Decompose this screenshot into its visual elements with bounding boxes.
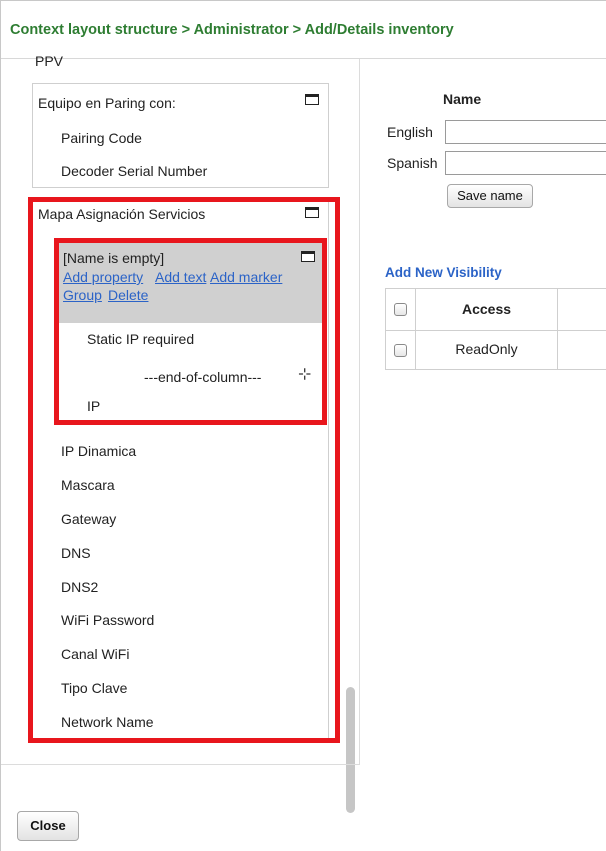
tree-item-pairing-code[interactable]: Pairing Code	[61, 130, 142, 146]
english-label: English	[387, 124, 433, 140]
spanish-name-input[interactable]	[445, 151, 606, 175]
extra-column-header	[558, 289, 606, 331]
tree-item-decoder-serial[interactable]: Decoder Serial Number	[61, 163, 207, 179]
select-all-header	[386, 289, 416, 331]
name-heading: Name	[443, 91, 482, 107]
row-checkbox[interactable]	[394, 344, 407, 357]
access-cell: ReadOnly	[416, 331, 558, 369]
visibility-table: Access ReadOnly	[385, 288, 606, 370]
access-column-header[interactable]: Access	[416, 289, 558, 331]
english-name-input[interactable]	[445, 120, 606, 144]
highlight-inner	[54, 238, 327, 425]
pairing-group-title[interactable]: Equipo en Paring con:	[38, 95, 176, 111]
left-scrollbar-thumb[interactable]	[346, 687, 355, 813]
visibility-section-title: Add New Visibility	[385, 265, 502, 280]
inventory-dialog: Context layout structure > Administrator…	[0, 0, 606, 851]
column-divider	[359, 59, 360, 764]
tree-item-ppv[interactable]: PPV	[35, 53, 63, 69]
save-name-button[interactable]: Save name	[447, 184, 533, 208]
maximize-icon[interactable]	[305, 94, 319, 105]
table-row-select	[386, 331, 416, 369]
spanish-label: Spanish	[387, 155, 438, 171]
close-button[interactable]: Close	[17, 811, 79, 841]
dialog-header: Context layout structure > Administrator…	[1, 1, 606, 59]
footer-divider	[1, 764, 360, 765]
breadcrumb: Context layout structure > Administrator…	[10, 22, 454, 38]
select-all-checkbox[interactable]	[394, 303, 407, 316]
